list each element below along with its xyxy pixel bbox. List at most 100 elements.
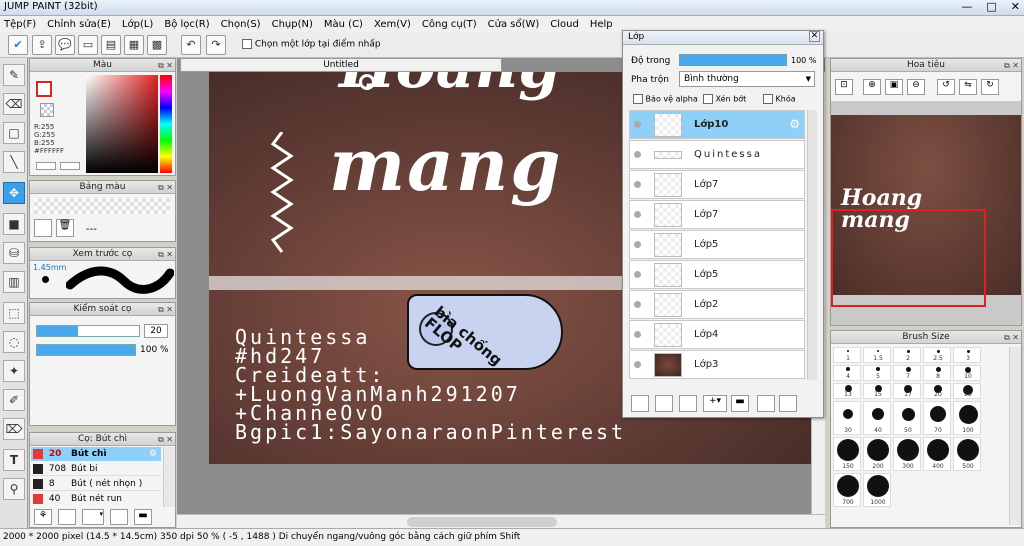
magic-wand-icon[interactable]: ✦ bbox=[3, 360, 25, 382]
document-tab[interactable]: Untitled bbox=[180, 58, 502, 72]
duplicate-layer-icon[interactable] bbox=[655, 395, 673, 412]
brush-size-option[interactable]: 13 bbox=[833, 383, 861, 399]
page-icon[interactable]: ▤ bbox=[101, 35, 121, 55]
visibility-icon[interactable] bbox=[634, 211, 641, 218]
protect-alpha-checkbox[interactable] bbox=[633, 94, 643, 104]
brush-size-scrollbar[interactable] bbox=[1009, 347, 1021, 525]
brush-size-option[interactable]: 7 bbox=[893, 365, 921, 381]
brush-item[interactable]: 20 Bút chì ⚙ bbox=[31, 447, 161, 461]
menu-window[interactable]: Cửa sổ(W) bbox=[488, 19, 540, 30]
layer-row[interactable]: Lớp7 bbox=[629, 170, 805, 199]
main-color-swatch[interactable] bbox=[36, 81, 52, 97]
gear-icon[interactable]: ⚙ bbox=[149, 447, 157, 461]
brush-size-option[interactable]: 1000 bbox=[863, 473, 891, 507]
lock-option[interactable]: Khóa bbox=[763, 94, 796, 104]
layer-row[interactable]: Lớp5 bbox=[629, 260, 805, 289]
rotate-left-icon[interactable]: ↺ bbox=[937, 79, 955, 95]
palette-swatches[interactable] bbox=[34, 198, 170, 214]
horizontal-scroll-thumb[interactable] bbox=[407, 517, 557, 527]
layer-row[interactable]: Lớp10 ⚙ bbox=[629, 110, 805, 139]
brush-item[interactable]: 708 Bút bi bbox=[31, 462, 161, 476]
visibility-icon[interactable] bbox=[634, 271, 641, 278]
visibility-icon[interactable] bbox=[634, 301, 641, 308]
new-brush-icon[interactable] bbox=[58, 509, 76, 525]
panel-options-icon[interactable]: ⧉ ✕ bbox=[158, 434, 173, 446]
brush-size-option[interactable]: 2.5 bbox=[923, 347, 951, 363]
brush-size-option[interactable]: 400 bbox=[923, 437, 951, 471]
layer-row[interactable]: Quintessa bbox=[629, 140, 805, 169]
brush-size-option[interactable]: 70 bbox=[923, 401, 951, 435]
visibility-icon[interactable] bbox=[634, 151, 641, 158]
zoom-fit-icon[interactable]: ⊡ bbox=[835, 79, 853, 95]
brush-size-option[interactable]: 1 bbox=[833, 347, 861, 363]
navigator-view[interactable]: Hoang mang bbox=[831, 101, 1021, 325]
brush-tool-icon[interactable]: ✎ bbox=[3, 64, 25, 86]
panel-options-icon[interactable]: ⧉ ✕ bbox=[158, 304, 173, 316]
menu-layer[interactable]: Lớp(L) bbox=[122, 19, 153, 30]
layer-row[interactable]: Lớp5 bbox=[629, 230, 805, 259]
visibility-icon[interactable] bbox=[634, 331, 641, 338]
undo-icon[interactable]: ↶ bbox=[181, 35, 201, 55]
brush-size-option[interactable]: 20 bbox=[923, 383, 951, 399]
menu-select[interactable]: Chọn(S) bbox=[221, 19, 261, 30]
copy-layer-icon[interactable] bbox=[679, 395, 697, 412]
panel-options-icon[interactable]: ⧉ ✕ bbox=[1004, 60, 1019, 72]
rectangle-select-icon[interactable]: □ bbox=[3, 122, 25, 144]
brush-size-option[interactable]: 30 bbox=[833, 401, 861, 435]
menu-help[interactable]: Help bbox=[590, 19, 613, 30]
brush-size-option[interactable]: 150 bbox=[833, 437, 861, 471]
panel-options-icon[interactable]: ⧉ ✕ bbox=[158, 182, 173, 194]
layer-row[interactable]: Lớp3 bbox=[629, 350, 805, 379]
line-tool-icon[interactable]: ╲ bbox=[3, 151, 25, 173]
layer-row[interactable]: Lớp2 bbox=[629, 290, 805, 319]
folder-icon[interactable]: ▬ bbox=[134, 509, 152, 525]
zoom-out-icon[interactable]: ⊖ bbox=[907, 79, 925, 95]
clip-checkbox[interactable] bbox=[703, 94, 713, 104]
brush-size-option[interactable]: 4 bbox=[833, 365, 861, 381]
zoom-in-icon[interactable]: ⊕ bbox=[863, 79, 881, 95]
brush-item[interactable]: 8 Bút ( nét nhọn ) bbox=[31, 477, 161, 491]
hue-slider[interactable] bbox=[160, 75, 172, 173]
export-icon[interactable]: ⇪ bbox=[32, 35, 52, 55]
layer-row[interactable]: Lớp4 bbox=[629, 320, 805, 349]
visibility-icon[interactable] bbox=[634, 181, 641, 188]
layer-options-icon[interactable] bbox=[779, 395, 797, 412]
add-layer-menu-icon[interactable]: +▾ bbox=[703, 395, 727, 412]
panel-options-icon[interactable]: ⧉ ✕ bbox=[158, 60, 173, 72]
eyedropper-tool-icon[interactable]: ⚲ bbox=[3, 478, 25, 500]
layer-row[interactable]: Lớp7 bbox=[629, 200, 805, 229]
new-palette-icon[interactable] bbox=[34, 219, 52, 237]
copy-brush-icon[interactable] bbox=[110, 509, 128, 525]
menu-view[interactable]: Xem(V) bbox=[374, 19, 411, 30]
maximize-button[interactable]: □ bbox=[986, 0, 996, 13]
gear-icon[interactable]: ⚙ bbox=[789, 117, 800, 131]
snap-checkbox[interactable] bbox=[242, 39, 252, 49]
delete-palette-icon[interactable]: 🗑 bbox=[56, 219, 74, 237]
brush-size-option[interactable]: 15 bbox=[863, 383, 891, 399]
gradient-tool-icon[interactable]: ▥ bbox=[3, 271, 25, 293]
select-eraser-icon[interactable]: ⌦ bbox=[3, 418, 25, 440]
brush-size-option[interactable]: 2 bbox=[893, 347, 921, 363]
comment-icon[interactable]: 💬 bbox=[55, 35, 75, 55]
minimize-button[interactable]: — bbox=[961, 0, 972, 13]
protect-alpha-option[interactable]: Bảo vệ alpha bbox=[633, 94, 698, 104]
close-button[interactable]: ✕ bbox=[1011, 0, 1020, 13]
panel-options-icon[interactable]: ⧉ ✕ bbox=[1004, 332, 1019, 344]
sub-color-swatch[interactable] bbox=[40, 103, 54, 117]
panel-options-icon[interactable]: ⧉ ✕ bbox=[158, 249, 173, 261]
visibility-icon[interactable] bbox=[634, 121, 641, 128]
menu-color[interactable]: Màu (C) bbox=[324, 19, 363, 30]
color-picker-field[interactable] bbox=[86, 75, 158, 173]
select-pen-icon[interactable]: ✐ bbox=[3, 389, 25, 411]
new-layer-icon[interactable] bbox=[631, 395, 649, 412]
flip-icon[interactable]: ⇋ bbox=[959, 79, 977, 95]
frame-icon[interactable]: ▭ bbox=[78, 35, 98, 55]
zoom-actual-icon[interactable]: ▣ bbox=[885, 79, 903, 95]
viewport-indicator[interactable] bbox=[831, 209, 986, 307]
cloud-icon[interactable]: ✔ bbox=[8, 35, 28, 55]
snap-option[interactable]: Chọn một lớp tại điểm nhấp bbox=[242, 39, 381, 50]
menu-capture[interactable]: Chụp(N) bbox=[272, 19, 313, 30]
layer-opacity-slider[interactable] bbox=[679, 54, 787, 66]
brush-size-option[interactable]: 100 bbox=[953, 401, 981, 435]
brush-opacity-slider[interactable] bbox=[36, 344, 136, 356]
